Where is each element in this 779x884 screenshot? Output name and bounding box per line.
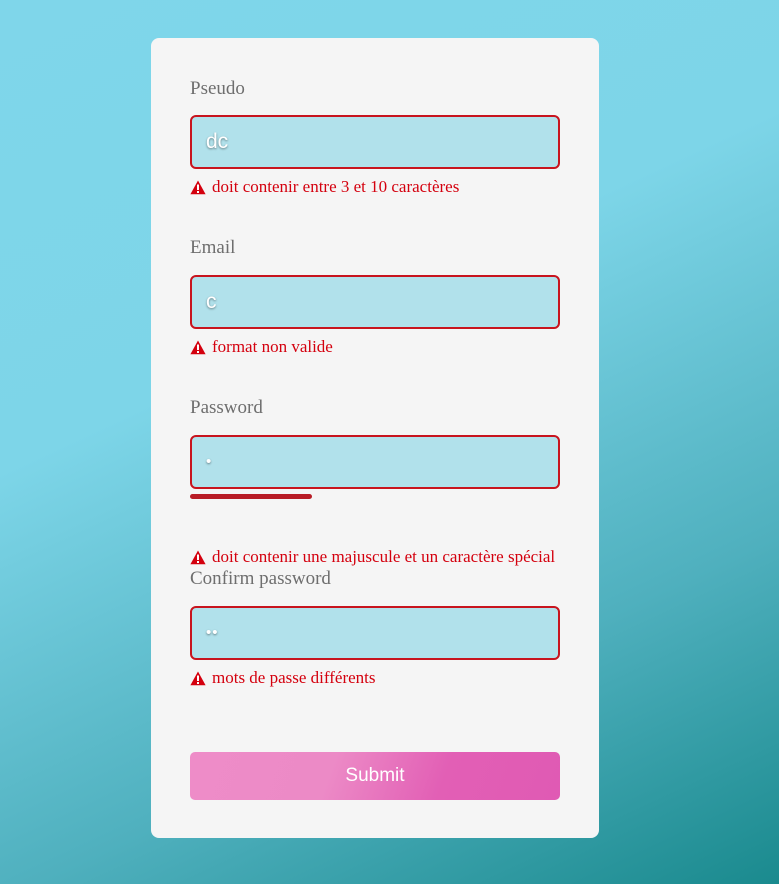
email-error: format non valide [190,337,333,357]
email-input-value: c [206,290,217,313]
email-field: Email c format non valide [190,237,560,356]
submit-button[interactable]: Submit [190,752,560,800]
password-strength-meter [190,494,560,499]
pseudo-error: doit contenir entre 3 et 10 caractères [190,177,459,197]
warning-icon [190,671,206,685]
password-label: Password [190,397,263,418]
password-input-value: • [206,453,213,470]
confirm-password-error-text: mots de passe différents [212,668,376,687]
password-error-text: doit contenir une majuscule et un caract… [212,547,556,566]
email-error-text: format non valide [212,337,333,356]
email-input[interactable]: c [190,275,560,329]
pseudo-input[interactable]: dc [190,115,560,169]
email-label: Email [190,237,236,258]
password-input[interactable]: • [190,435,560,489]
confirm-password-field: Confirm password •• mots de passe différ… [190,568,560,687]
pseudo-input-value: dc [206,130,229,153]
confirm-password-error: mots de passe différents [190,668,376,688]
warning-icon [190,550,206,564]
warning-icon [190,180,206,194]
signup-form-card: Pseudo dc doit contenir entre 3 et 10 ca… [151,38,599,838]
confirm-password-input[interactable]: •• [190,606,560,660]
pseudo-error-text: doit contenir entre 3 et 10 caractères [212,177,460,196]
password-strength-fill [190,494,313,499]
confirm-password-input-value: •• [206,624,219,641]
confirm-password-label: Confirm password [190,568,331,589]
pseudo-field: Pseudo dc doit contenir entre 3 et 10 ca… [190,78,560,196]
password-error: doit contenir une majuscule et un caract… [190,547,555,567]
warning-icon [190,340,206,354]
password-field: Password • doit contenir une majuscule e… [190,397,560,566]
pseudo-label: Pseudo [190,78,245,99]
